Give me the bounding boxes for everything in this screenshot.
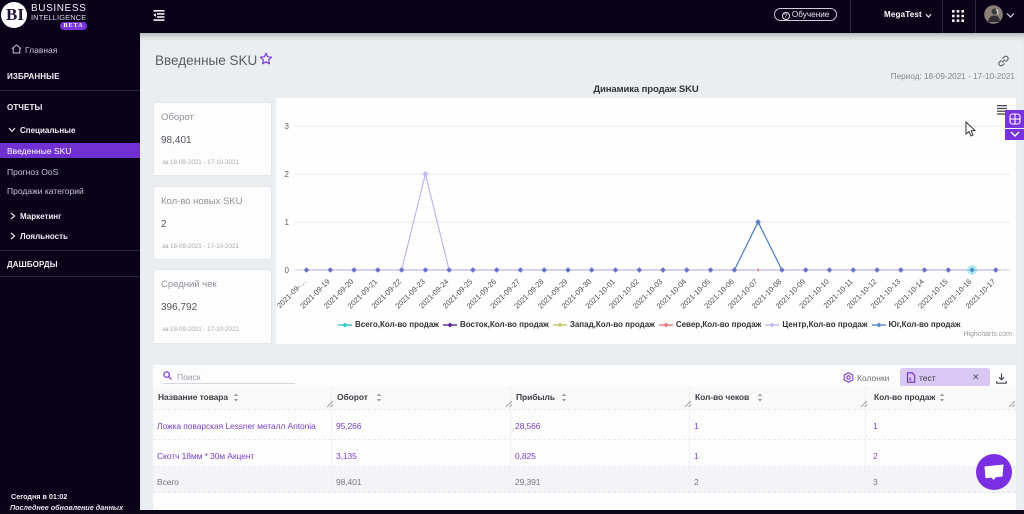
svg-text:x: x: [909, 376, 913, 382]
svg-text:2: 2: [285, 170, 290, 179]
svg-text:3: 3: [285, 122, 290, 131]
svg-text:1: 1: [285, 218, 290, 227]
svg-text:0: 0: [285, 266, 290, 275]
